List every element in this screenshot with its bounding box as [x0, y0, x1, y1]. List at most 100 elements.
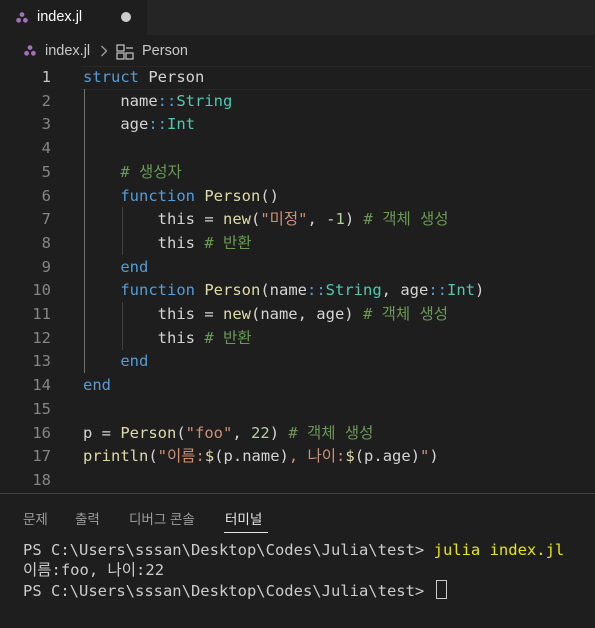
breadcrumb-file[interactable]: index.jl	[45, 43, 90, 59]
terminal-prompt: PS C:\Users\sssan\Desktop\Codes\Julia\te…	[23, 582, 434, 600]
code-line[interactable]: 10 function Person(name::String, age::In…	[0, 279, 595, 303]
editor-tab-index-jl[interactable]: index.jl	[0, 0, 147, 35]
code-token: function	[120, 281, 195, 300]
code-token: String	[325, 281, 382, 300]
code-token: (p.name)	[214, 447, 289, 466]
code-text: function Person()	[83, 185, 279, 209]
code-line[interactable]: 14 end	[0, 374, 595, 398]
tab-problems[interactable]: 문제	[23, 508, 48, 528]
code-token: (	[176, 423, 186, 442]
code-token: end	[120, 352, 149, 371]
code-text: struct Person	[83, 66, 204, 90]
terminal-line-3[interactable]: PS C:\Users\sssan\Desktop\Codes\Julia\te…	[23, 580, 447, 601]
code-text: end	[83, 350, 148, 374]
julia-icon	[24, 45, 36, 56]
code-token: this =	[83, 210, 223, 229]
code-token: (name	[260, 281, 307, 300]
code-line[interactable]: 11 this = new(name, age) # 객체 생성	[0, 303, 595, 327]
code-line[interactable]: 7 this = new("미정", -1) # 객체 생성	[0, 208, 595, 232]
line-number: 9	[41, 257, 51, 276]
code-token: # 반환	[204, 233, 252, 252]
active-tab-underline	[224, 532, 268, 533]
breadcrumb-symbol[interactable]: Person	[142, 43, 188, 59]
tab-terminal[interactable]: 터미널	[225, 508, 262, 528]
code-line[interactable]: 4	[0, 137, 595, 161]
code-text: this # 반환	[83, 327, 252, 351]
code-token: end	[120, 257, 149, 276]
code-token: new	[222, 210, 251, 229]
code-token: )	[475, 281, 485, 300]
code-token: 1	[335, 210, 345, 229]
code-token: (p.age)	[354, 447, 421, 466]
code-token: # 객체 생성	[288, 423, 374, 442]
code-token: this	[83, 233, 205, 252]
code-line[interactable]: 12 this # 반환	[0, 327, 595, 351]
code-token: # 객체 생성	[362, 305, 449, 323]
code-line[interactable]: 5 # 생성자	[0, 161, 595, 185]
code-text: end	[83, 256, 148, 280]
code-token: this	[83, 328, 205, 347]
line-number: 4	[41, 139, 51, 158]
code-token: Int	[167, 115, 195, 134]
terminal-output: 이름:foo, 나이:22	[23, 561, 165, 579]
line-number: 10	[32, 281, 51, 300]
code-token: ()	[260, 186, 279, 205]
code-line[interactable]: 15	[0, 398, 595, 422]
code-line[interactable]: 1 struct Person	[0, 66, 595, 90]
tab-output[interactable]: 출력	[75, 508, 100, 528]
code-text: p = Person("foo", 22) # 객체 생성	[83, 422, 373, 446]
code-text: function Person(name::String, age::Int)	[83, 279, 484, 303]
code-token: Person	[139, 68, 205, 86]
code-text: age::Int	[83, 113, 195, 137]
code-line[interactable]: 13 end	[0, 350, 595, 374]
tab-debug-console[interactable]: 디버그 콘솔	[129, 508, 195, 528]
code-token: end	[83, 376, 111, 395]
code-token: struct	[83, 68, 139, 86]
code-token: # 객체 생성	[363, 210, 449, 229]
code-line[interactable]: 17 println("이름:$(p.name), 나이:$(p.age)")	[0, 445, 595, 469]
line-number: 6	[41, 186, 51, 205]
code-text: println("이름:$(p.name), 나이:$(p.age)")	[83, 445, 439, 469]
code-token: ::	[148, 115, 167, 134]
julia-icon	[16, 12, 28, 23]
code-text: this = new("미정", -1) # 객체 생성	[83, 208, 449, 232]
code-token: p =	[83, 423, 121, 442]
code-text: end	[83, 374, 111, 398]
code-token: 22	[251, 423, 270, 442]
unsaved-dot-icon[interactable]	[121, 12, 131, 22]
code-token: # 반환	[204, 328, 252, 347]
code-token: name	[83, 91, 158, 110]
code-token: )	[269, 423, 289, 442]
terminal-line-1[interactable]: PS C:\Users\sssan\Desktop\Codes\Julia\te…	[23, 540, 564, 560]
struct-icon	[116, 44, 134, 60]
code-line[interactable]: 8 this # 반환	[0, 232, 595, 256]
tab-bar: index.jl	[0, 0, 595, 35]
code-token: )	[429, 447, 439, 466]
line-number: 12	[32, 328, 51, 347]
code-token: function	[120, 186, 195, 205]
code-line[interactable]: 6 function Person()	[0, 185, 595, 209]
code-text: this # 반환	[83, 232, 252, 256]
code-token: ,	[232, 423, 252, 442]
line-number: 1	[41, 68, 51, 86]
code-token: new	[222, 305, 251, 323]
code-line[interactable]: 18	[0, 469, 595, 493]
code-token: println	[83, 447, 149, 466]
code-token: age	[83, 115, 149, 134]
code-token: this =	[83, 305, 223, 323]
code-token: Person	[204, 186, 261, 205]
code-line[interactable]: 16 p = Person("foo", 22) # 객체 생성	[0, 422, 595, 446]
code-line[interactable]: 9 end	[0, 256, 595, 280]
code-line[interactable]: 3 age::Int	[0, 113, 595, 137]
code-token: ::	[157, 91, 177, 110]
code-token: "	[420, 447, 430, 466]
code-token: Person	[204, 281, 261, 300]
code-line[interactable]: 2 name::String	[0, 90, 595, 114]
code-token: (	[148, 447, 158, 466]
line-number: 14	[32, 376, 51, 395]
